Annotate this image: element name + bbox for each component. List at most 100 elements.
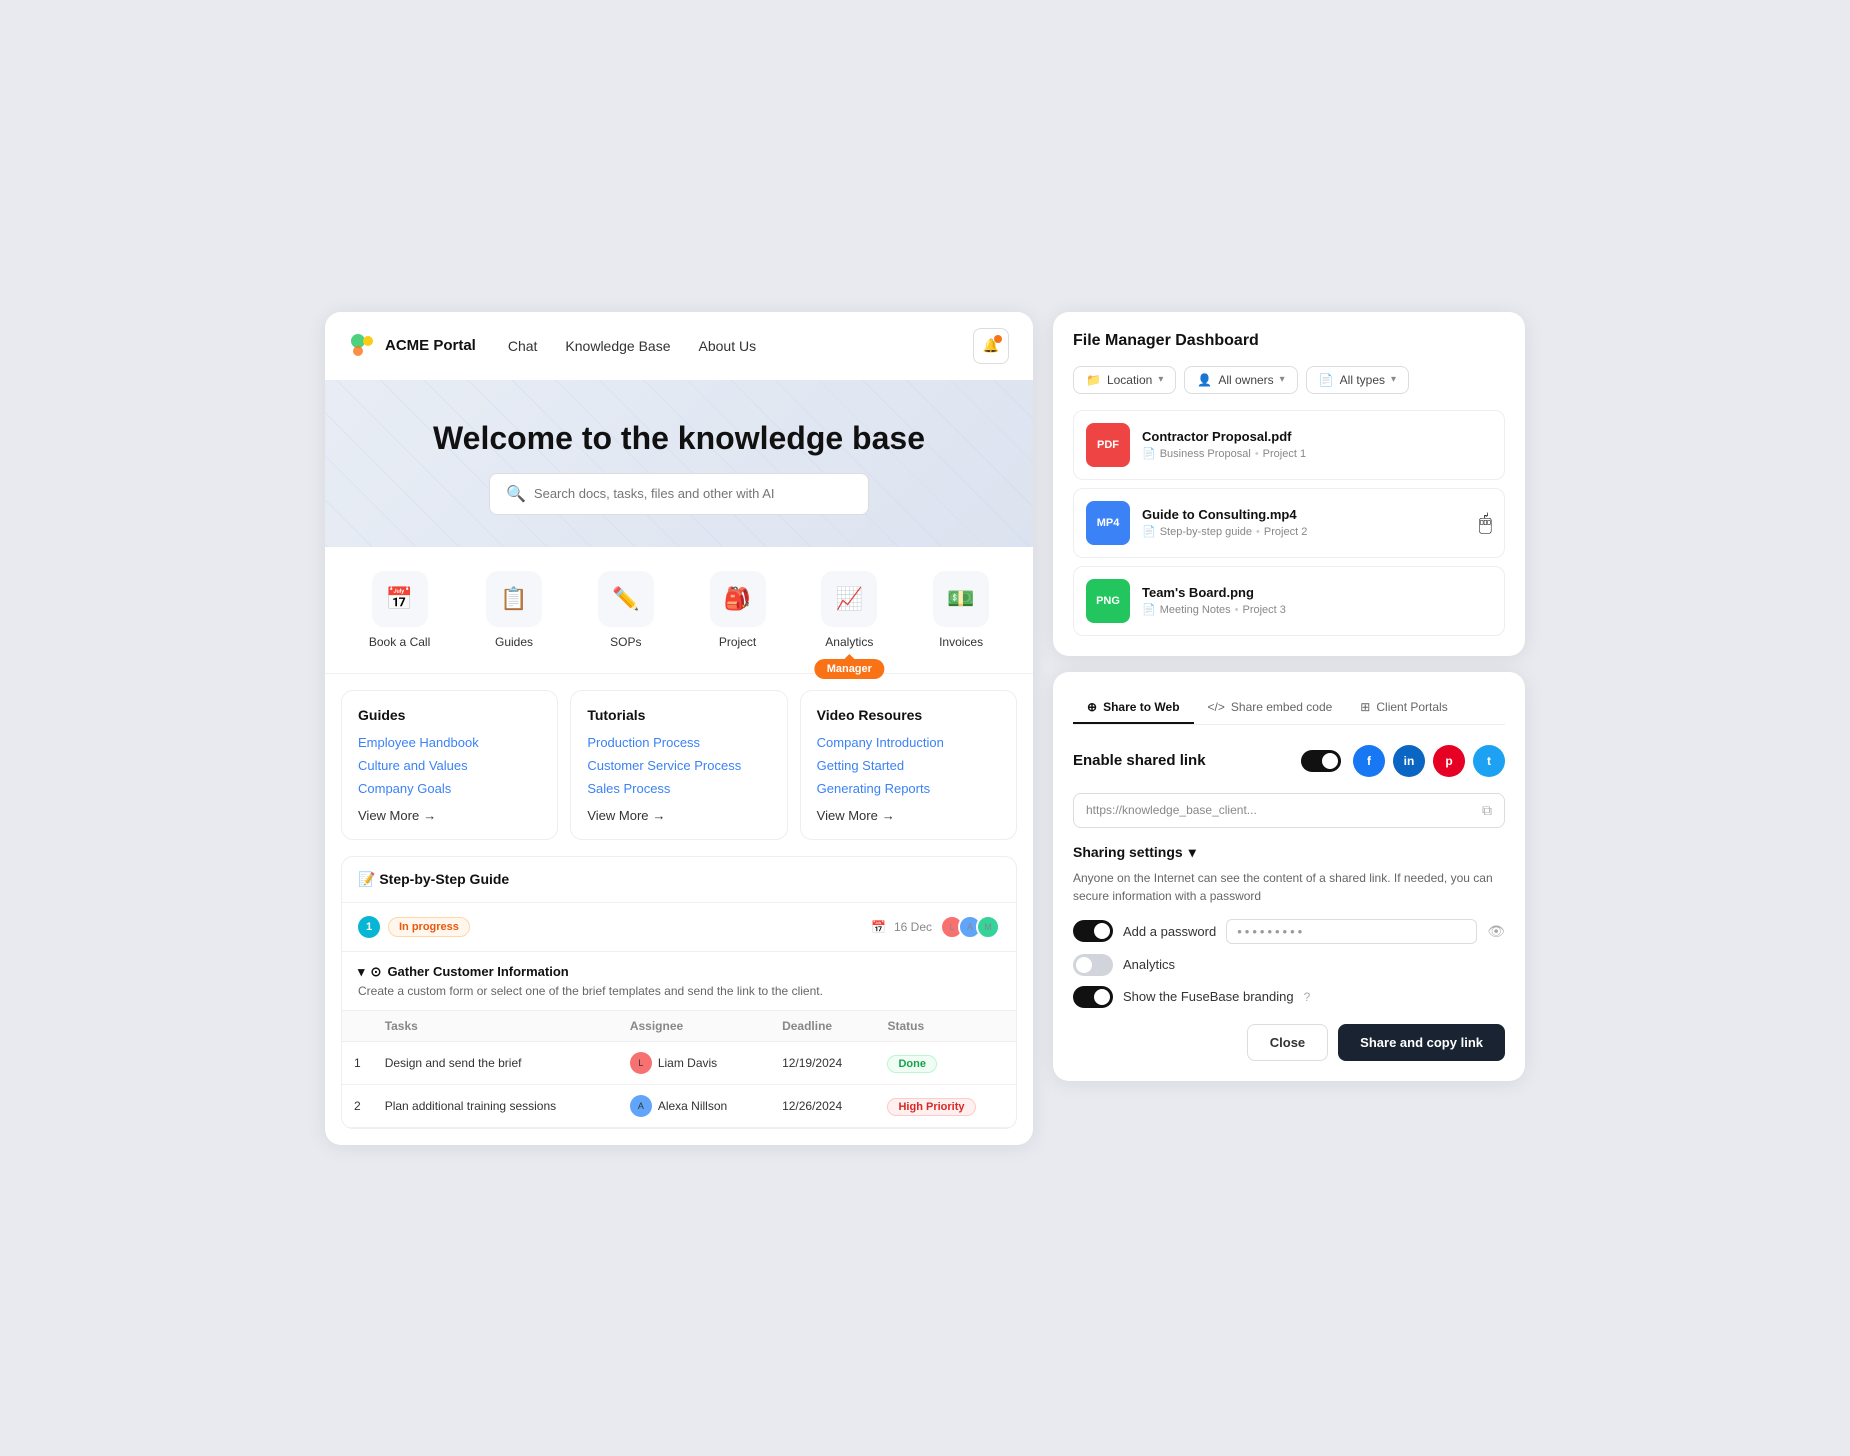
in-progress-badge: In progress <box>388 917 470 937</box>
nav-link-knowledge-base[interactable]: Knowledge Base <box>565 338 670 354</box>
step-section-title: 📝 Step-by-Step Guide <box>342 857 1016 903</box>
question-icon[interactable]: ? <box>1304 990 1311 1004</box>
filter-owners-button[interactable]: 👤 All owners ▾ <box>1184 366 1297 394</box>
guides-link-2[interactable]: Company Goals <box>358 781 541 796</box>
search-input[interactable] <box>534 486 852 501</box>
chevron-down-icon: ▾ <box>1189 844 1196 861</box>
task-name-1: Plan additional training sessions <box>373 1084 618 1127</box>
sharing-settings-section: Sharing settings ▾ Anyone on the Interne… <box>1073 844 1505 1008</box>
tutorials-card-title: Tutorials <box>587 707 770 723</box>
table-header-deadline: Deadline <box>770 1011 875 1042</box>
action-item-sops[interactable]: ✏️ SOPs <box>598 571 654 649</box>
file-meta-2: 📄 Meeting Notes • Project 3 <box>1142 603 1492 616</box>
action-label-analytics: Analytics <box>825 635 873 649</box>
file-thumbnail-mp4: MP4 <box>1086 501 1130 545</box>
share-and-copy-link-button[interactable]: Share and copy link <box>1338 1024 1505 1061</box>
action-item-guides[interactable]: 📋 Guides <box>486 571 542 649</box>
tutorials-view-more[interactable]: View More → <box>587 808 770 823</box>
tutorials-link-1[interactable]: Customer Service Process <box>587 758 770 773</box>
close-button[interactable]: Close <box>1247 1024 1328 1061</box>
right-panel: File Manager Dashboard 📁 Location ▾ 👤 Al… <box>1053 312 1525 1145</box>
password-input[interactable] <box>1226 919 1477 944</box>
video-link-0[interactable]: Company Introduction <box>817 735 1000 750</box>
action-item-project[interactable]: 🎒 Project <box>710 571 766 649</box>
sops-icon: ✏️ <box>598 571 654 627</box>
manager-tooltip: Manager <box>815 659 884 679</box>
nav-link-chat[interactable]: Chat <box>508 338 538 354</box>
logo[interactable]: ACME Portal <box>349 332 476 360</box>
setting-password-label: Add a password <box>1123 924 1216 939</box>
hero-section: Welcome to the knowledge base 🔍 <box>325 380 1033 547</box>
password-toggle[interactable] <box>1073 920 1113 942</box>
analytics-toggle[interactable] <box>1073 954 1113 976</box>
progress-badge: 1 In progress <box>358 916 470 938</box>
table-row: 1 Design and send the brief L Liam Davis… <box>342 1041 1016 1084</box>
video-link-2[interactable]: Generating Reports <box>817 781 1000 796</box>
action-label-invoices: Invoices <box>939 635 983 649</box>
nav-link-about-us[interactable]: About Us <box>699 338 757 354</box>
book-a-call-icon: 📅 <box>372 571 428 627</box>
share-twitter-button[interactable]: t <box>1473 745 1505 777</box>
nav-links: Chat Knowledge Base About Us <box>508 338 941 354</box>
guides-view-more[interactable]: View More → <box>358 808 541 823</box>
action-label-book-a-call: Book a Call <box>369 635 430 649</box>
tab-share-embed-code[interactable]: </> Share embed code <box>1194 692 1347 724</box>
file-icon: 📄 <box>1319 373 1334 387</box>
filter-types-button[interactable]: 📄 All types ▾ <box>1306 366 1409 394</box>
portal-icon: ⊞ <box>1360 700 1370 714</box>
assignee-avatar-0: L <box>630 1052 652 1074</box>
file-item-1[interactable]: MP4 Guide to Consulting.mp4 📄 Step-by-st… <box>1073 488 1505 558</box>
task-row-num-0: 1 <box>342 1041 373 1084</box>
tab-share-to-web[interactable]: ⊕ Share to Web <box>1073 692 1194 724</box>
gather-desc: Create a custom form or select one of th… <box>358 984 1000 998</box>
file-item-0[interactable]: PDF Contractor Proposal.pdf 📄 Business P… <box>1073 410 1505 480</box>
file-item-2[interactable]: PNG Team's Board.png 📄 Meeting Notes • P… <box>1073 566 1505 636</box>
guides-card: Guides Employee Handbook Culture and Val… <box>341 690 558 840</box>
video-view-more[interactable]: View More → <box>817 808 1000 823</box>
tutorials-link-0[interactable]: Production Process <box>587 735 770 750</box>
action-item-book-a-call[interactable]: 📅 Book a Call <box>369 571 430 649</box>
file-name-1: Guide to Consulting.mp4 <box>1142 507 1467 522</box>
share-facebook-button[interactable]: f <box>1353 745 1385 777</box>
branding-toggle[interactable] <box>1073 986 1113 1008</box>
folder-icon: 📁 <box>1086 373 1101 387</box>
guides-link-0[interactable]: Employee Handbook <box>358 735 541 750</box>
share-pinterest-button[interactable]: p <box>1433 745 1465 777</box>
setting-row-analytics: Analytics <box>1073 954 1505 976</box>
filter-location-button[interactable]: 📁 Location ▾ <box>1073 366 1176 394</box>
quick-actions-bar: 📅 Book a Call 📋 Guides ✏️ SOPs 🎒 Project… <box>325 547 1033 674</box>
share-tabs: ⊕ Share to Web </> Share embed code ⊞ Cl… <box>1073 692 1505 725</box>
enable-link-toggle[interactable] <box>1301 750 1341 772</box>
enable-link-row: Enable shared link f in p t <box>1073 745 1505 777</box>
file-info-1: Guide to Consulting.mp4 📄 Step-by-step g… <box>1142 507 1467 538</box>
gather-row: ▾ ⊙ Gather Customer Information Create a… <box>342 952 1016 1011</box>
table-header-assignee: Assignee <box>618 1011 770 1042</box>
logo-icon <box>349 332 377 360</box>
tutorials-link-2[interactable]: Sales Process <box>587 781 770 796</box>
doc-icon: 📄 <box>1142 603 1156 616</box>
action-item-invoices[interactable]: 💵 Invoices <box>933 571 989 649</box>
chevron-icon: ▾ <box>358 964 365 980</box>
notification-bell-button[interactable]: 🔔 <box>973 328 1009 364</box>
action-label-project: Project <box>719 635 756 649</box>
logo-text: ACME Portal <box>385 337 476 354</box>
video-link-1[interactable]: Getting Started <box>817 758 1000 773</box>
share-actions: Close Share and copy link <box>1073 1024 1505 1061</box>
copy-icon[interactable]: ⧉ <box>1482 802 1492 819</box>
eye-icon[interactable]: 👁 <box>1487 923 1505 940</box>
share-linkedin-button[interactable]: in <box>1393 745 1425 777</box>
search-bar[interactable]: 🔍 <box>489 473 869 515</box>
project-icon: 🎒 <box>710 571 766 627</box>
guides-link-1[interactable]: Culture and Values <box>358 758 541 773</box>
file-info-2: Team's Board.png 📄 Meeting Notes • Proje… <box>1142 585 1492 616</box>
guides-icon: 📋 <box>486 571 542 627</box>
content-cards-section: Guides Employee Handbook Culture and Val… <box>325 674 1033 856</box>
assignee-avatar-1: A <box>630 1095 652 1117</box>
chevron-down-icon: ▾ <box>1158 374 1163 385</box>
file-thumbnail-pdf: PDF <box>1086 423 1130 467</box>
tab-client-portals[interactable]: ⊞ Client Portals <box>1346 692 1461 724</box>
sharing-settings-header[interactable]: Sharing settings ▾ <box>1073 844 1505 861</box>
action-item-analytics[interactable]: 📈 Analytics Manager <box>821 571 877 649</box>
globe-icon: ⊕ <box>1087 700 1097 714</box>
table-row: 2 Plan additional training sessions A Al… <box>342 1084 1016 1127</box>
